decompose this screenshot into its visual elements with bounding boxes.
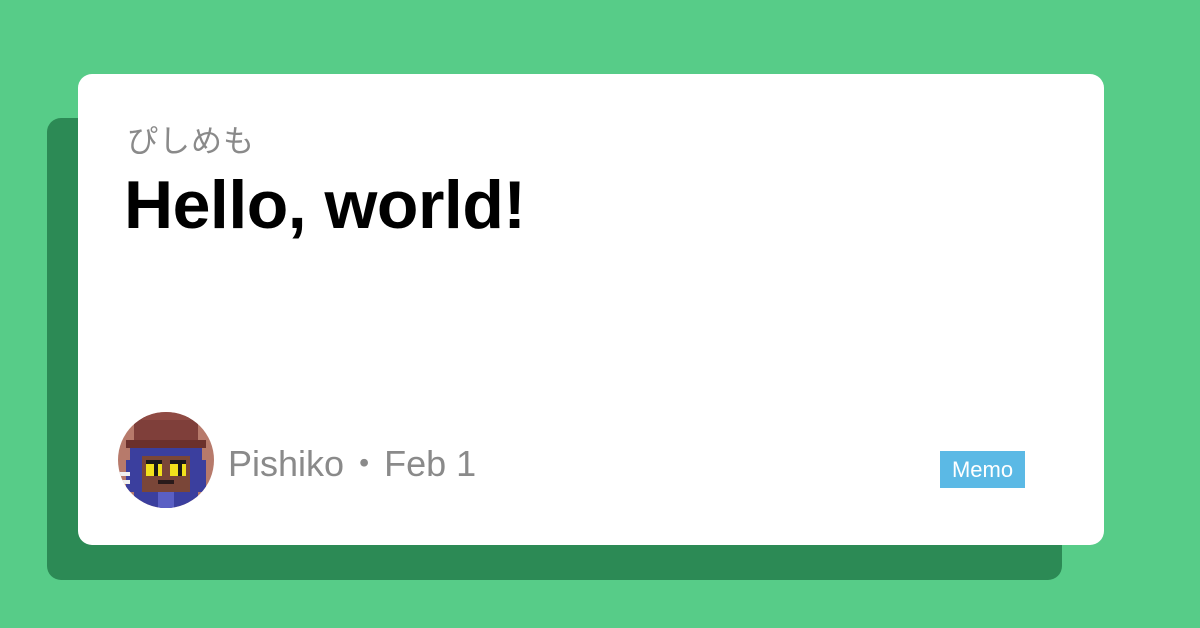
avatar-icon bbox=[118, 412, 214, 508]
tag-badge[interactable]: Memo bbox=[940, 451, 1025, 488]
site-name: ぴしめも bbox=[127, 124, 255, 160]
meta-separator: ・ bbox=[346, 443, 383, 484]
post-date: Feb 1 bbox=[384, 443, 477, 484]
post-meta: Pishiko・Feb 1 bbox=[228, 444, 476, 484]
post-title[interactable]: Hello, world! bbox=[124, 168, 526, 243]
author-name[interactable]: Pishiko bbox=[228, 443, 344, 484]
